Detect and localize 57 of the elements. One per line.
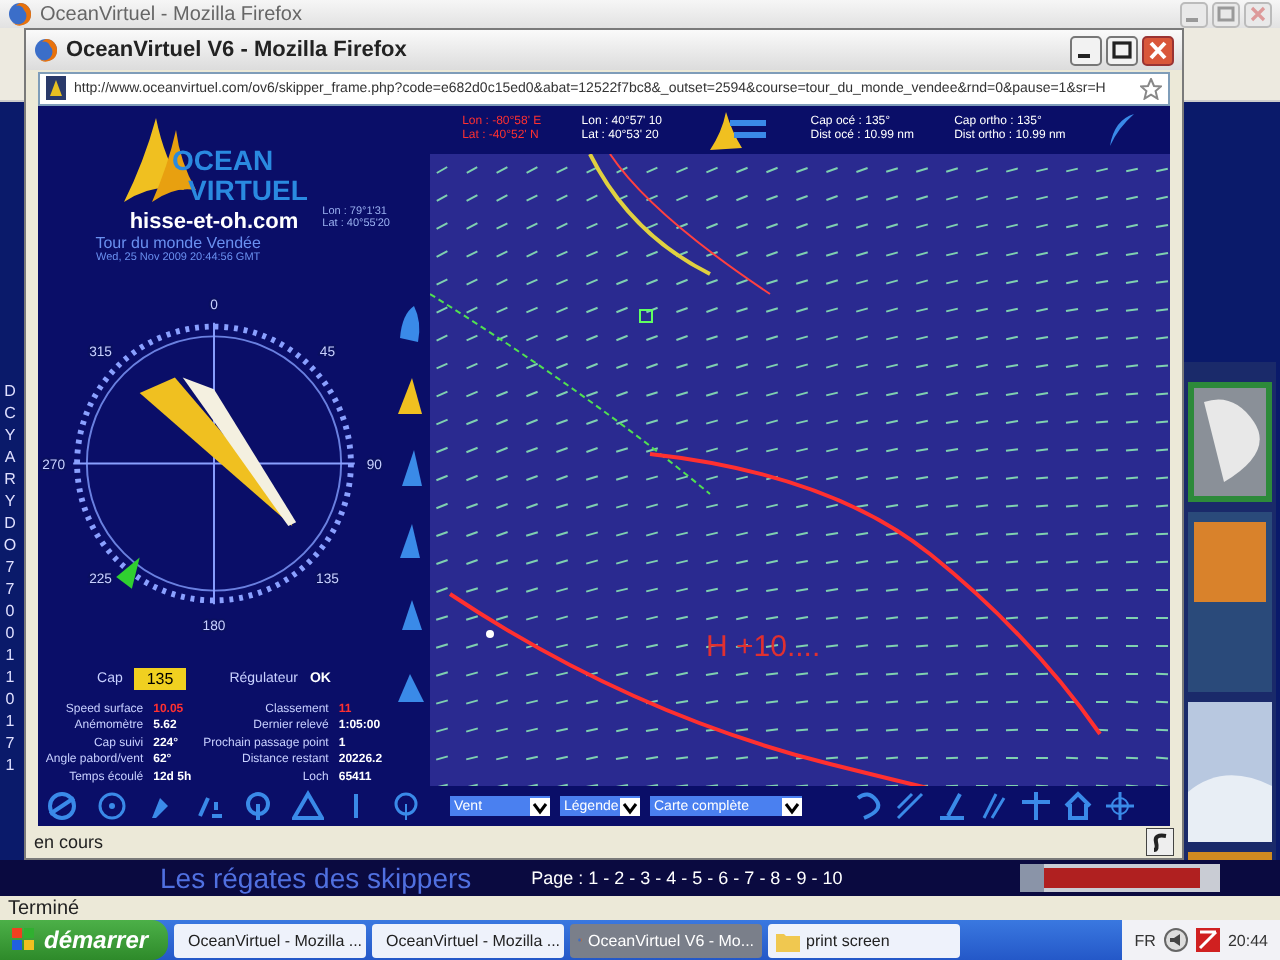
target-icon[interactable] [1104,790,1136,822]
side-text: 7 [5,558,15,578]
side-text: 7 [5,580,15,600]
logo-text: VIRTUEL [188,176,308,206]
taskbar-button[interactable]: OceanVirtuel V6 - Mo... [570,923,763,957]
crosshair-icon[interactable] [1020,790,1052,822]
wind-map-drawing[interactable] [430,154,1170,786]
pagination: Page : 1 - 2 - 3 - 4 - 5 - 6 - 7 - 8 - 9 - 10 [531,868,843,888]
side-text: 7 [5,734,15,754]
race-name: Tour du monde Vendée [95,234,261,252]
cap-field[interactable]: 135 [134,667,186,689]
window-title: OceanVirtuel - Mozilla Firefox [40,3,304,25]
start-button[interactable]: démarrer [0,920,169,960]
firefox-icon [8,2,32,26]
feather-icon[interactable] [1105,112,1138,148]
target-icon[interactable] [95,790,128,822]
status-text: en cours [34,832,104,852]
side-text: D [4,514,16,534]
page-icon [46,76,66,100]
page-heading: Les régates des skippers [160,864,472,892]
side-text: D [4,382,16,402]
side-text: R [4,470,16,490]
side-text: 1 [5,756,15,776]
side-text: 0 [5,690,15,710]
side-text: 1 [5,712,15,732]
window-title: OceanVirtuel V6 - Mozilla Firefox [66,38,409,62]
maximize-icon[interactable] [1106,35,1138,65]
folder-icon [776,929,801,951]
side-text: A [4,448,16,468]
pin-icon[interactable] [389,790,422,822]
language-indicator: FR [1134,931,1156,949]
speaker-icon[interactable] [1163,928,1188,952]
side-text: 0 [5,624,15,644]
globe-icon[interactable] [46,790,79,822]
side-text: C [4,404,16,424]
caret-icon [530,797,550,815]
side-text: Y [4,492,16,512]
caret-icon [782,797,802,815]
taskbar-button[interactable]: OceanVirtuel - Mozilla ... [372,923,565,957]
side-text: Y [4,426,16,446]
forecast-label: H +10.... [706,630,821,664]
firefox-icon [34,38,58,62]
side-text: 1 [5,646,15,666]
side-text: 1 [5,668,15,688]
side-text: 0 [5,602,15,622]
minimize-icon[interactable] [1070,35,1102,65]
side-text: O [3,536,17,556]
close-icon[interactable] [1142,35,1174,65]
star-icon[interactable] [1140,77,1162,99]
home-icon[interactable] [1062,790,1094,822]
windows-logo-icon [12,928,36,952]
taskbar-button[interactable]: print screen [768,923,961,957]
status-text: Terminé [8,897,80,919]
caret-icon [620,797,640,815]
taskbar-button[interactable]: OceanVirtuel - Mozilla ... [174,923,367,957]
warning-icon[interactable] [291,790,324,822]
site-name: hisse-et-oh.com [129,210,299,234]
